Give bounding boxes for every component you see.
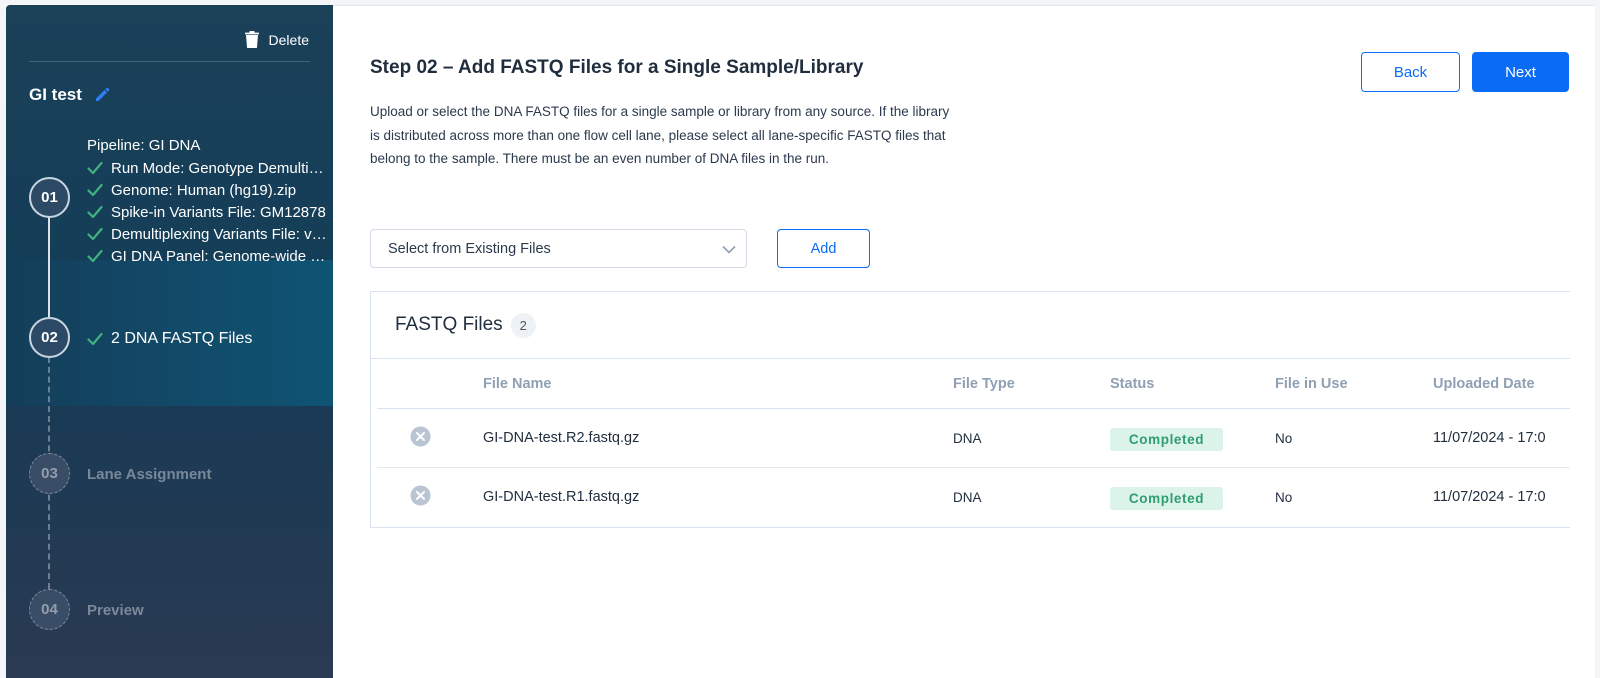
column-header-uploaded-date[interactable]: Uploaded Date <box>1433 376 1535 392</box>
table-header: File Name File Type Status File in Use U… <box>377 359 1570 409</box>
table-row: GI-DNA-test.R2.fastq.gz DNA Completed No… <box>377 409 1570 468</box>
status-badge: Completed <box>1110 428 1223 451</box>
file-type: DNA <box>953 490 982 505</box>
next-button[interactable]: Next <box>1472 52 1569 92</box>
summary-item: GI DNA Panel: Genome-wide panel <box>87 245 327 267</box>
files-header: FASTQ Files 2 <box>371 292 1570 359</box>
step-04-title: Preview <box>87 602 144 619</box>
file-type: DNA <box>953 431 982 446</box>
pipeline-label: Pipeline: GI DNA <box>87 137 201 154</box>
column-header-file-in-use[interactable]: File in Use <box>1275 376 1348 392</box>
summary-item-text: Genome: Human (hg19).zip <box>111 181 297 199</box>
uploaded-date: 11/07/2024 - 17:0 <box>1433 489 1546 505</box>
step-04-circle: 04 <box>29 589 70 630</box>
delete-run-button[interactable]: Delete <box>244 31 309 48</box>
main-panel: Step 02 – Add FASTQ Files for a Single S… <box>333 5 1595 678</box>
summary-item: Genome: Human (hg19).zip <box>87 179 327 201</box>
check-icon <box>87 205 103 219</box>
uploaded-date: 11/07/2024 - 17:0 <box>1433 430 1546 446</box>
sidebar-divider <box>29 61 310 62</box>
step-01-circle[interactable]: 01 <box>29 177 70 218</box>
check-icon <box>87 332 103 346</box>
pencil-icon[interactable] <box>94 87 110 103</box>
existing-files-select[interactable]: Select from Existing Files <box>370 229 747 268</box>
delete-label: Delete <box>268 31 309 48</box>
file-in-use: No <box>1275 490 1293 505</box>
check-icon <box>87 161 103 175</box>
check-icon <box>87 227 103 241</box>
back-button[interactable]: Back <box>1361 52 1460 92</box>
summary-item: Run Mode: Genotype Demultiplexing <box>87 157 327 179</box>
summary-item-text: Demultiplexing Variants File: variants <box>111 225 327 243</box>
check-icon <box>87 183 103 197</box>
step-02-circle[interactable]: 02 <box>29 317 70 358</box>
trash-icon <box>244 31 259 48</box>
column-header-file-type[interactable]: File Type <box>953 376 1015 392</box>
file-name: GI-DNA-test.R1.fastq.gz <box>483 489 640 505</box>
remove-circle-icon[interactable] <box>410 426 431 447</box>
files-count-badge: 2 <box>510 312 536 338</box>
table-row: GI-DNA-test.R1.fastq.gz DNA Completed No… <box>377 468 1570 527</box>
step-description: Upload or select the DNA FASTQ files for… <box>370 104 950 166</box>
column-header-status[interactable]: Status <box>1110 376 1154 392</box>
step-03-circle: 03 <box>29 453 70 494</box>
files-title: FASTQ Files <box>395 314 503 335</box>
run-name: GI test <box>29 85 110 105</box>
step-03-title: Lane Assignment <box>87 466 212 483</box>
summary-item: Spike-in Variants File: GM12878 <box>87 201 327 223</box>
remove-circle-icon[interactable] <box>410 485 431 506</box>
fastq-files-card: FASTQ Files 2 File Name File Type Status… <box>370 291 1570 528</box>
check-icon <box>87 249 103 263</box>
add-button[interactable]: Add <box>777 229 870 268</box>
summary-item-text: 2 DNA FASTQ Files <box>111 330 253 347</box>
step-01-summary: Pipeline: GI DNA Run Mode: Genotype Demu… <box>87 137 327 267</box>
page-title: Step 02 – Add FASTQ Files for a Single S… <box>370 57 864 78</box>
summary-item-text: Run Mode: Genotype Demultiplexing <box>111 159 327 177</box>
run-sidebar: Delete GI test 01 Pipeline: GI DNA Run M… <box>6 5 333 678</box>
column-header-file-name[interactable]: File Name <box>483 376 552 392</box>
file-in-use: No <box>1275 431 1293 446</box>
step-connector-completed <box>48 216 50 321</box>
summary-item: Demultiplexing Variants File: variants <box>87 223 327 245</box>
chevron-down-icon <box>722 245 736 254</box>
summary-item-text: Spike-in Variants File: GM12878 <box>111 203 326 221</box>
status-badge: Completed <box>1110 487 1223 510</box>
run-name-text: GI test <box>29 85 82 104</box>
step-02-summary: 2 DNA FASTQ Files <box>87 328 327 350</box>
summary-item-text: GI DNA Panel: Genome-wide panel <box>111 247 327 265</box>
file-name: GI-DNA-test.R2.fastq.gz <box>483 430 640 446</box>
select-label: Select from Existing Files <box>388 240 551 257</box>
